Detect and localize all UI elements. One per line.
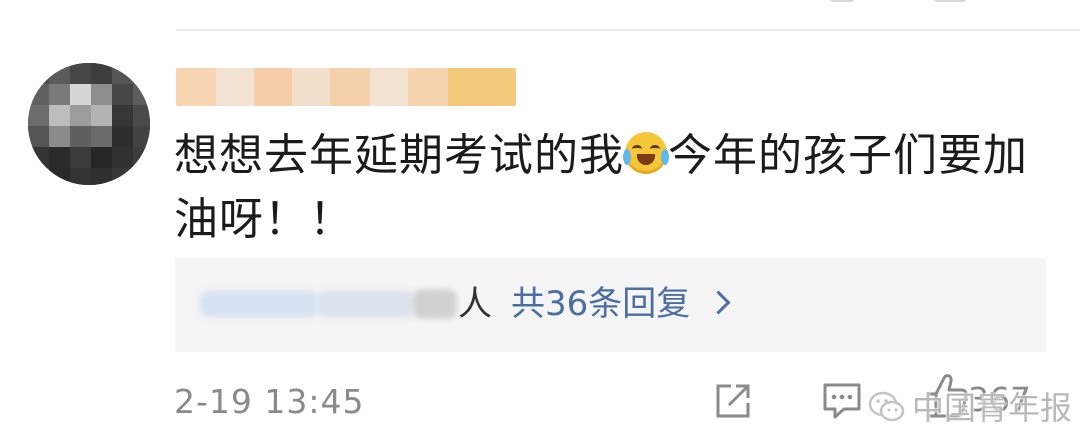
- username: [176, 68, 516, 106]
- wechat-icon: [868, 391, 905, 422]
- previous-item-toolbar: [828, 0, 988, 6]
- chevron-right-icon: [706, 290, 731, 315]
- replies-panel[interactable]: 人 共36条回复: [175, 258, 1046, 352]
- replier-suffix: 人: [458, 284, 492, 324]
- comment-icon[interactable]: [822, 382, 862, 420]
- like-icon[interactable]: [932, 0, 968, 2]
- comment-text-part1: 想想去年延期考试的我: [174, 130, 624, 181]
- share-icon[interactable]: [828, 0, 856, 2]
- divider: [176, 29, 1080, 31]
- username-blurred[interactable]: [176, 68, 516, 106]
- timestamp: 2-19 13:45: [174, 382, 365, 421]
- share-icon[interactable]: [714, 382, 752, 420]
- crying-laughing-emoji-icon: [623, 132, 669, 174]
- reply-count-link[interactable]: 共36条回复: [511, 282, 690, 326]
- watermark-text: 中国青年报: [912, 389, 1073, 426]
- comment-text: 想想去年延期考试的我 今年的孩子们要加油呀！！: [174, 124, 1034, 252]
- comment-card: 想想去年延期考试的我 今年的孩子们要加油呀！！ 人 共36条回复 2-19 13:…: [0, 0, 1080, 426]
- avatar[interactable]: [28, 63, 150, 185]
- blurred-replier-names: [199, 285, 459, 323]
